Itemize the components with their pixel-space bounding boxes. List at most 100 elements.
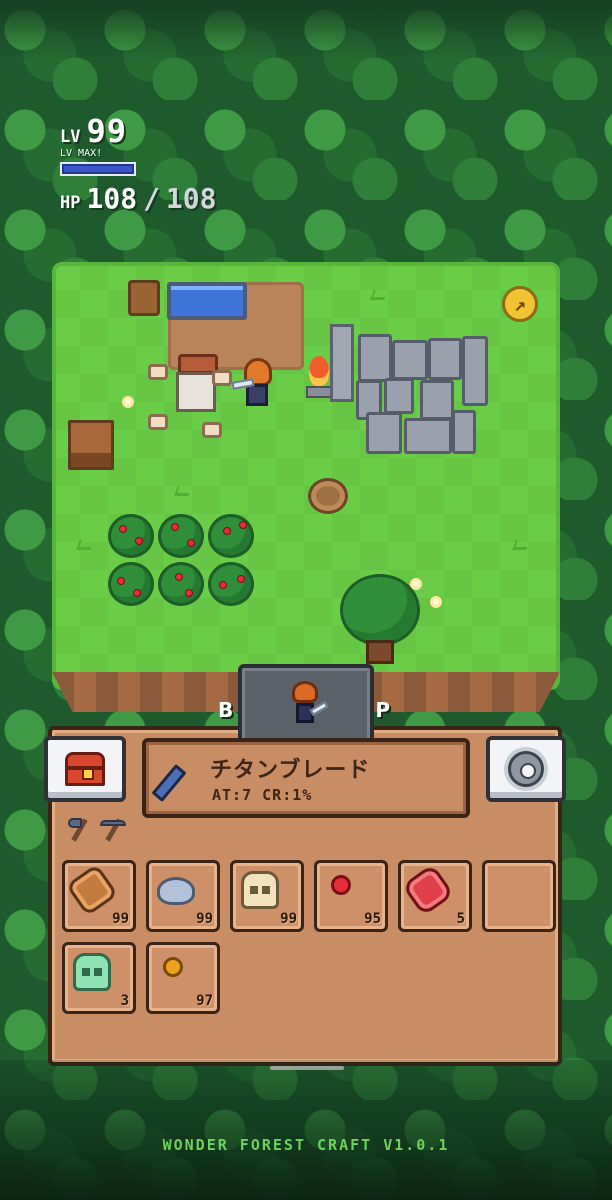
- equipped-weapon-panel[interactable]: チタンブレード AT:7 CR:1%: [142, 738, 470, 818]
- berry: [187, 539, 195, 547]
- inventory-slot-empty[interactable]: [482, 860, 556, 932]
- player-character: [231, 358, 278, 414]
- pickaxe-icon: [100, 816, 126, 842]
- hp-label: HP: [60, 193, 81, 213]
- stone-icon: [157, 877, 195, 905]
- berry: [237, 575, 245, 583]
- hp-row: HP 108/108: [60, 182, 217, 215]
- inventory-slot[interactable]: 99: [230, 860, 304, 932]
- item-count: 5: [456, 911, 465, 927]
- inventory-slot[interactable]: 97: [146, 942, 220, 1014]
- bone-skull-icon: [241, 871, 279, 909]
- berry: [185, 589, 193, 597]
- preview-hair: [292, 681, 318, 703]
- raw-meat-icon: [401, 863, 455, 917]
- inventory-slot[interactable]: 99: [146, 860, 220, 932]
- water-trough[interactable]: [167, 282, 247, 320]
- item-count: 97: [196, 993, 213, 1009]
- stone-block[interactable]: [358, 334, 392, 382]
- grass-clearing[interactable]: [52, 262, 560, 690]
- item-count: 95: [364, 911, 381, 927]
- stone-pillar: [330, 324, 354, 402]
- tool-icons: [66, 816, 126, 842]
- level-row: LV 99: [60, 112, 217, 150]
- stone-block[interactable]: [428, 338, 462, 380]
- berry-bush[interactable]: [208, 562, 254, 606]
- storage-chest-button[interactable]: [44, 736, 126, 802]
- stone-block[interactable]: [452, 410, 476, 454]
- flame-icon: [309, 356, 329, 386]
- golem-leg: [202, 422, 222, 438]
- berry: [135, 537, 143, 545]
- forest-shade-bottom: [0, 1060, 612, 1200]
- item-count: 99: [196, 911, 213, 927]
- build-tab-left-letter: B: [218, 698, 234, 722]
- berry-bush[interactable]: [158, 562, 204, 606]
- inventory-slot[interactable]: 3: [62, 942, 136, 1014]
- green-skull-icon: [73, 953, 111, 991]
- player-status-hud: LV 99 LV MAX! HP 108/108: [60, 112, 217, 215]
- item-count: 99: [280, 911, 297, 927]
- berry: [239, 521, 247, 529]
- flower: [122, 396, 134, 408]
- berry: [171, 523, 179, 531]
- chest-icon: [65, 752, 105, 786]
- inventory-slot[interactable]: 99: [62, 860, 136, 932]
- crafting-bench[interactable]: [68, 420, 114, 470]
- flower: [410, 578, 422, 590]
- campfire-base: [306, 386, 332, 398]
- tree-canopy[interactable]: [340, 574, 420, 646]
- item-count: 3: [120, 993, 129, 1009]
- experience-bar: [60, 162, 136, 176]
- inventory-grid: 99 99 99 95 5 3 97: [62, 860, 556, 1014]
- berry: [119, 525, 127, 533]
- blade-icon: [151, 763, 187, 803]
- stone-block[interactable]: [462, 336, 488, 406]
- settings-button[interactable]: [486, 736, 566, 802]
- gear-icon: [508, 751, 544, 787]
- wood-log-icon: [65, 863, 119, 917]
- stone-block[interactable]: [392, 340, 428, 380]
- experience-bar-fill: [64, 166, 132, 172]
- golem-body: [176, 372, 216, 412]
- berry: [223, 527, 231, 535]
- berry-bush[interactable]: [158, 514, 204, 558]
- berry-bush[interactable]: [108, 514, 154, 558]
- red-orb-icon: [331, 875, 351, 895]
- berry: [219, 581, 227, 589]
- berry: [175, 573, 183, 581]
- character-preview-tab[interactable]: [238, 664, 374, 746]
- inventory-slot[interactable]: 95: [314, 860, 388, 932]
- item-count: 99: [112, 911, 129, 927]
- tree-stump[interactable]: [308, 478, 348, 514]
- character-preview-icon: [288, 681, 329, 729]
- stone-block[interactable]: [366, 412, 402, 454]
- flower: [430, 596, 442, 608]
- tree-trunk: [366, 640, 394, 664]
- hp-max: 108: [165, 182, 217, 215]
- golem-companion[interactable]: [148, 352, 232, 442]
- level-max-label: LV MAX!: [60, 148, 103, 159]
- player-body: [246, 384, 268, 406]
- hp-separator: /: [143, 182, 160, 215]
- golem-arm: [148, 364, 168, 380]
- barrel[interactable]: [128, 280, 160, 316]
- version-footer: WONDER FOREST CRAFT V1.0.1: [162, 1136, 450, 1154]
- level-value: 99: [86, 112, 128, 150]
- exit-arrow-button[interactable]: ↗: [502, 286, 538, 322]
- inventory-slot[interactable]: 5: [398, 860, 472, 932]
- hp-current: 108: [86, 182, 138, 215]
- stone-block[interactable]: [404, 418, 452, 454]
- berry: [117, 577, 125, 585]
- berry-bush[interactable]: [208, 514, 254, 558]
- stone-block[interactable]: [384, 378, 414, 414]
- level-label: LV: [60, 127, 81, 147]
- berry-bush[interactable]: [108, 562, 154, 606]
- forest-shade-top: [0, 0, 612, 60]
- campfire[interactable]: [306, 356, 332, 400]
- weapon-name: チタンブレード: [210, 758, 371, 783]
- stone-block[interactable]: [420, 380, 454, 420]
- golem-leg: [148, 414, 168, 430]
- axe-icon: [66, 816, 92, 842]
- build-tab-right-letter: P: [375, 698, 390, 722]
